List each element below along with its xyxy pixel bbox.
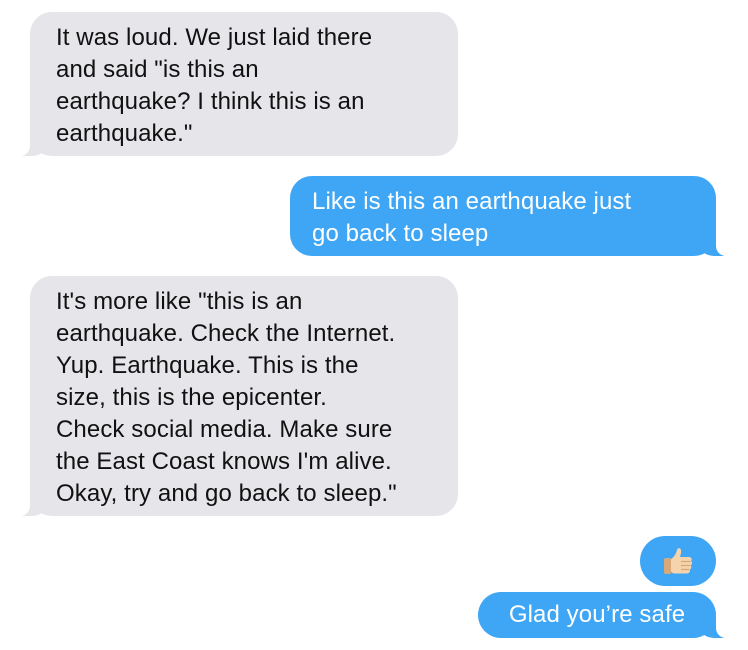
incoming-message-bubble[interactable]: It was loud. We just laid there and said…	[16, 12, 458, 156]
message-text: It was loud. We just laid there and said…	[56, 24, 373, 147]
outgoing-emoji-bubble[interactable]	[640, 536, 716, 586]
message-text: Like is this an earthquake just go back …	[312, 188, 632, 247]
message-text: It's more like "this is an earthquake. C…	[56, 288, 397, 507]
message-text: Glad you’re safe	[508, 601, 686, 628]
thumbs-up-icon	[664, 548, 693, 574]
outgoing-message-bubble[interactable]: Glad you’re safe	[478, 592, 730, 638]
outgoing-message-bubble[interactable]: Like is this an earthquake just go back …	[290, 176, 730, 256]
message-thread: It was loud. We just laid there and said…	[0, 0, 748, 650]
incoming-message-bubble[interactable]: It's more like "this is an earthquake. C…	[16, 276, 458, 516]
